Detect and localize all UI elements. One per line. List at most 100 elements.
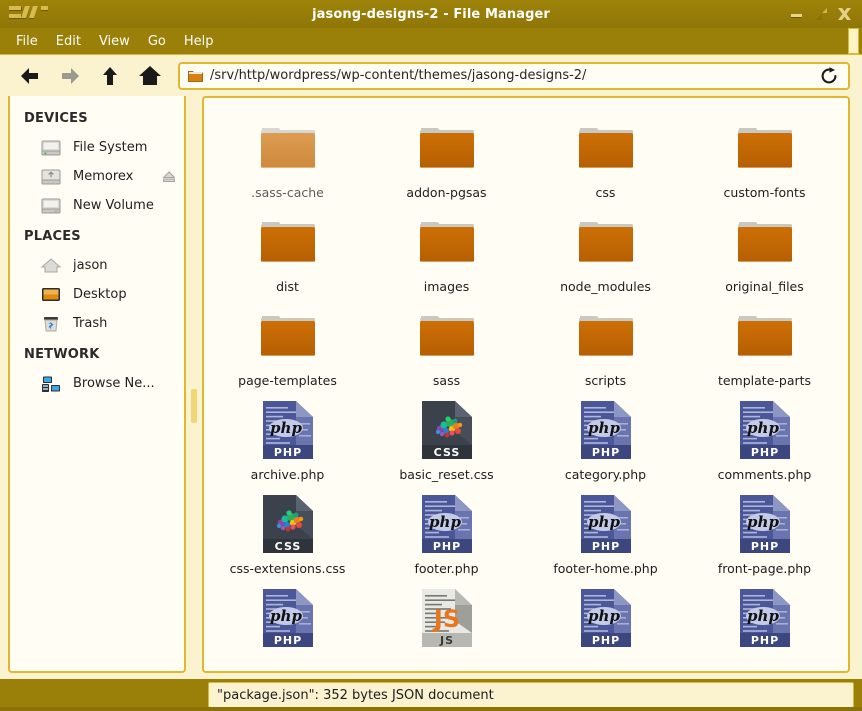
file-item[interactable]: .sass-cache [208,110,367,204]
menu-file[interactable]: File [8,32,46,51]
file-item[interactable]: css [526,110,685,204]
folder-icon [733,304,797,368]
svg-text:php: php [588,513,620,531]
menu-edit[interactable]: Edit [48,32,89,51]
title-bar: jasong-designs-2 - File Manager [0,0,862,28]
file-item[interactable]: CSS basic_reset.css [367,392,526,486]
svg-text:PHP: PHP [591,446,619,459]
sidebar-item-label: Desktop [73,287,127,302]
sidebar-item-desktop[interactable]: Desktop [10,280,184,309]
menu-go[interactable]: Go [140,32,174,51]
folder-icon [733,116,797,180]
path-entry[interactable]: /srv/http/wordpress/wp-content/themes/ja… [178,61,850,90]
file-item[interactable]: php PHP category.php [526,392,685,486]
file-item[interactable]: php PHP comments.php [685,392,844,486]
toolbar: /srv/http/wordpress/wp-content/themes/ja… [0,54,862,96]
back-button[interactable] [10,59,50,93]
minimize-icon[interactable] [789,7,804,22]
file-item[interactable]: php PHP footer-home.php [526,486,685,580]
file-item[interactable]: addon-pgsas [367,110,526,204]
file-item-label: node_modules [560,279,651,294]
svg-text:PHP: PHP [273,634,301,647]
svg-text:php: php [747,419,779,437]
file-item[interactable]: php PHP archive.php [208,392,367,486]
menu-bar: File Edit View Go Help [0,28,862,54]
php-file-icon: php PHP [574,492,638,556]
file-item[interactable]: php PHP [685,580,844,659]
folder-icon [256,304,320,368]
panel-splitter[interactable] [186,96,202,679]
svg-text:php: php [588,419,620,437]
sidebar-item-label: Trash [73,316,108,331]
php-file-icon: php PHP [733,586,797,650]
file-item[interactable]: JS JS [367,580,526,659]
file-item[interactable]: node_modules [526,204,685,298]
path-text[interactable]: /srv/http/wordpress/wp-content/themes/ja… [210,68,811,83]
svg-text:php: php [270,419,302,437]
usb-drive-icon [40,166,62,188]
file-item[interactable]: original_files [685,204,844,298]
home-folder-icon [40,255,62,277]
sidebar-item-memorex[interactable]: Memorex [10,162,184,191]
up-button[interactable] [90,59,130,93]
svg-text:CSS: CSS [433,446,460,459]
file-item-label: basic_reset.css [399,467,494,482]
sidebar-item-file-system[interactable]: File System [10,133,184,162]
file-item[interactable]: php PHP footer.php [367,486,526,580]
file-item[interactable]: php PHP [526,580,685,659]
file-item-label: page-templates [238,373,337,388]
svg-text:PHP: PHP [273,446,301,459]
reload-icon[interactable] [818,65,840,87]
file-item-label: images [423,279,470,294]
main-body: DEVICES File System Memorex New Volume P… [0,96,862,679]
file-item-label: css-extensions.css [229,561,346,576]
maximize-icon[interactable] [813,7,828,22]
sidebar-item-trash[interactable]: Trash [10,309,184,338]
splitter-handle[interactable] [191,389,197,423]
sidebar-item-label: jason [73,258,108,273]
file-item[interactable]: scripts [526,298,685,392]
svg-text:php: php [588,607,620,625]
folder-icon [574,210,638,274]
trash-icon [40,313,62,335]
file-item-label: scripts [584,373,627,388]
file-item[interactable]: CSS css-extensions.css [208,486,367,580]
svg-text:JS: JS [438,634,453,647]
window-menu-icon[interactable] [8,2,52,26]
php-file-icon: php PHP [733,398,797,462]
file-item-label: footer.php [414,561,479,576]
file-item[interactable]: php PHP front-page.php [685,486,844,580]
eject-icon[interactable] [162,170,176,184]
window-title: jasong-designs-2 - File Manager [312,6,550,22]
home-button[interactable] [130,59,170,93]
sidebar-item-new-volume[interactable]: New Volume [10,191,184,220]
svg-text:PHP: PHP [750,446,778,459]
sidebar-item-jason[interactable]: jason [10,251,184,280]
file-item[interactable]: sass [367,298,526,392]
forward-button[interactable] [50,59,90,93]
file-item[interactable]: php PHP [208,580,367,659]
sidebar-item-label: File System [73,140,148,155]
menu-help[interactable]: Help [176,32,222,51]
file-item-label: addon-pgsas [406,185,487,200]
file-view[interactable]: .sass-cache addon-pgsas css custom-fonts dis… [202,96,850,673]
svg-text:CSS: CSS [274,540,301,553]
folder-icon [415,210,479,274]
folder-hidden-icon [256,116,320,180]
file-item[interactable]: custom-fonts [685,110,844,204]
sidebar-group-network: NETWORK [24,347,100,362]
file-item[interactable]: template-parts [685,298,844,392]
svg-text:PHP: PHP [750,540,778,553]
file-item[interactable]: page-templates [208,298,367,392]
file-item[interactable]: images [367,204,526,298]
file-item[interactable]: dist [208,204,367,298]
menu-view[interactable]: View [91,32,138,51]
file-item-label: .sass-cache [251,185,324,200]
close-icon[interactable] [837,7,852,22]
status-bar: "package.json": 352 bytes JSON document [208,682,854,708]
sidebar-item-label: New Volume [73,198,154,213]
php-file-icon: php PHP [415,492,479,556]
file-item-label: footer-home.php [553,561,658,576]
php-file-icon: php PHP [256,586,320,650]
sidebar-item-browse-network[interactable]: Browse Ne... [10,369,184,398]
